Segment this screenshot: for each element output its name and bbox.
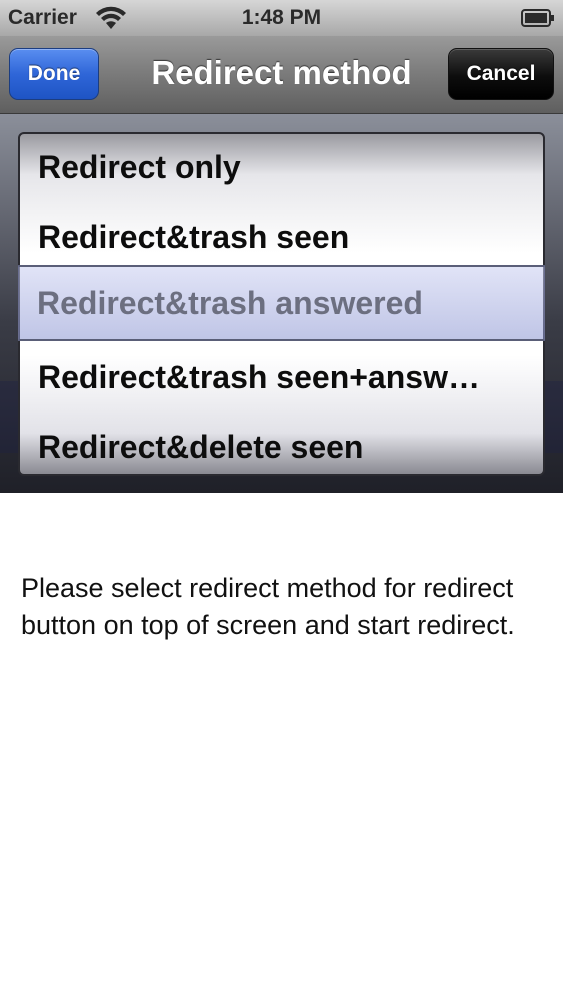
instruction-text: Please select redirect method for redire…: [21, 573, 515, 640]
picker-area: Redirect only Redirect&trash seen Redire…: [0, 114, 563, 493]
picker-option-redirect-delete-seen[interactable]: Redirect&delete seen: [38, 414, 533, 474]
picker-selection-indicator[interactable]: Redirect&trash answered: [18, 265, 545, 341]
picker-option-redirect-only[interactable]: Redirect only: [38, 134, 533, 200]
picker-option-selected: Redirect&trash answered: [37, 284, 423, 321]
battery-icon: [521, 9, 554, 27]
clock: 1:48 PM: [241, 6, 322, 29]
cancel-button[interactable]: Cancel: [448, 48, 554, 100]
picker-option-redirect-trash-seen-answered[interactable]: Redirect&trash seen+answ…: [38, 344, 533, 410]
picker-option-redirect-trash-seen[interactable]: Redirect&trash seen: [38, 204, 533, 270]
status-bar: Carrier 1:48 PM: [0, 0, 563, 36]
navigation-bar: Done Redirect method Cancel: [0, 36, 563, 114]
